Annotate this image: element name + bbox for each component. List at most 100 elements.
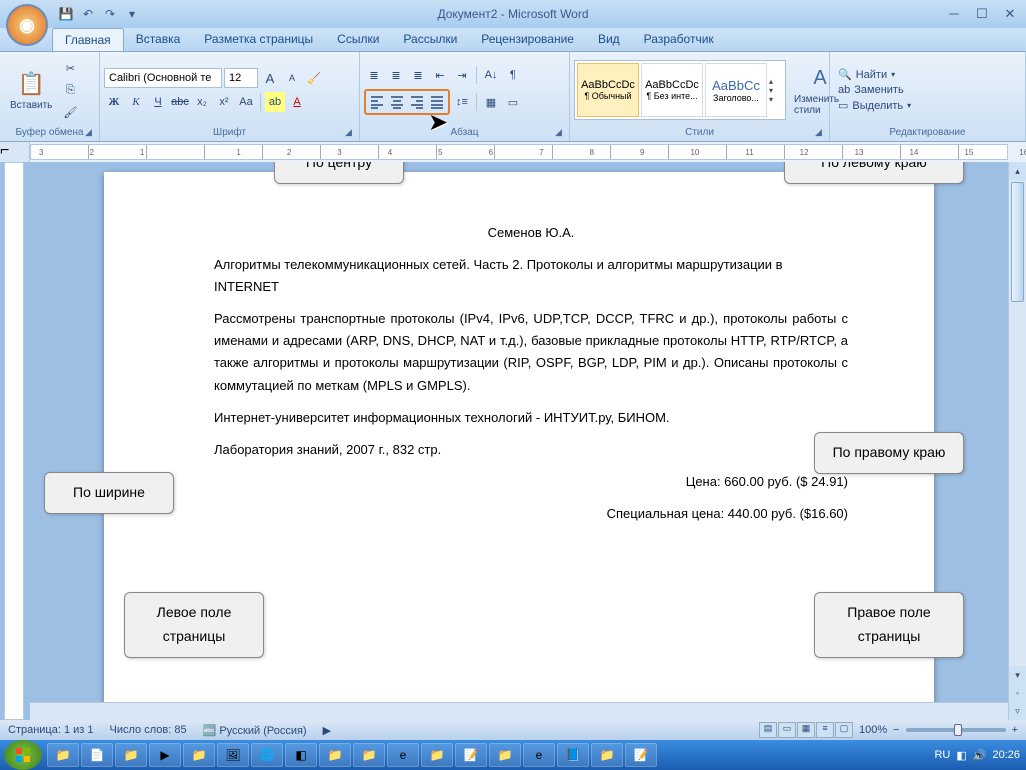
taskbar-item[interactable]: 📁 (489, 743, 521, 767)
taskbar-item[interactable]: 📁 (183, 743, 215, 767)
minimize-button[interactable]: ─ (942, 5, 966, 23)
styles-expand[interactable]: ▾ (769, 95, 783, 104)
taskbar-item[interactable]: 📁 (421, 743, 453, 767)
taskbar-item[interactable]: 📁 (115, 743, 147, 767)
line-spacing-button[interactable]: ↕≡ (452, 92, 472, 112)
font-size-select[interactable] (224, 68, 258, 88)
grow-font-button[interactable]: A (260, 68, 280, 88)
strike-button[interactable]: abc (170, 92, 190, 112)
tab-review[interactable]: Рецензирование (469, 28, 586, 51)
increase-indent-button[interactable]: ⇥ (452, 65, 472, 85)
styles-dialog-launcher[interactable]: ◢ (815, 127, 827, 139)
style-no-spacing[interactable]: AaBbCcDc ¶ Без инте... (641, 63, 703, 117)
styles-scroll-down[interactable]: ▾ (769, 86, 783, 95)
select-button[interactable]: ▭Выделить▾ (834, 98, 915, 113)
next-page-button[interactable]: ▿ (1009, 702, 1026, 720)
taskbar-item[interactable]: 📘 (557, 743, 589, 767)
zoom-in-button[interactable]: + (1012, 724, 1018, 736)
tab-home[interactable]: Главная (52, 28, 124, 51)
undo-icon[interactable]: ↶ (78, 4, 98, 24)
copy-button[interactable]: ⎘ (60, 80, 80, 100)
paragraph-dialog-launcher[interactable]: ◢ (555, 127, 567, 139)
status-lang[interactable]: 🔤 Русский (Россия) (203, 724, 307, 737)
font-name-select[interactable] (104, 68, 222, 88)
view-outline[interactable]: ≡ (816, 722, 834, 738)
subscript-button[interactable]: x₂ (192, 92, 212, 112)
styles-gallery[interactable]: AaBbCcDc ¶ Обычный AaBbCcDc ¶ Без инте..… (574, 60, 786, 120)
tab-references[interactable]: Ссылки (325, 28, 391, 51)
tab-developer[interactable]: Разработчик (632, 28, 726, 51)
clipboard-dialog-launcher[interactable]: ◢ (85, 127, 97, 139)
numbering-button[interactable]: ≣ (386, 65, 406, 85)
tab-mailings[interactable]: Рассылки (391, 28, 469, 51)
cut-button[interactable]: ✂ (60, 58, 80, 78)
zoom-slider[interactable] (906, 728, 1006, 732)
shading-button[interactable]: ▦ (481, 92, 501, 112)
taskbar-item[interactable]: e (523, 743, 555, 767)
tray-time[interactable]: 20:26 (992, 749, 1020, 761)
qat-more-icon[interactable]: ▾ (122, 4, 142, 24)
ruler-vertical[interactable] (4, 162, 24, 720)
ruler-corner[interactable]: ⌐ (0, 142, 30, 162)
styles-scroll-up[interactable]: ▴ (769, 77, 783, 86)
align-center-button[interactable] (387, 92, 407, 112)
borders-button[interactable]: ▭ (503, 92, 523, 112)
status-macro-icon[interactable]: ▶ (323, 724, 331, 737)
paste-button[interactable]: 📋 Вставить (4, 68, 58, 113)
taskbar-item[interactable]: 📝 (455, 743, 487, 767)
view-draft[interactable]: ▢ (835, 722, 853, 738)
decrease-indent-button[interactable]: ⇤ (430, 65, 450, 85)
maximize-button[interactable]: ☐ (970, 5, 994, 23)
scroll-thumb[interactable] (1011, 182, 1024, 302)
status-words[interactable]: Число слов: 85 (110, 724, 187, 736)
align-justify-button[interactable] (427, 92, 447, 112)
format-painter-button[interactable]: 🖌 (60, 102, 80, 122)
zoom-value[interactable]: 100% (859, 724, 887, 736)
page-scroll-container[interactable]: Семенов Ю.А. Алгоритмы телекоммуникацион… (30, 162, 1008, 720)
taskbar-item[interactable]: 📁 (319, 743, 351, 767)
font-dialog-launcher[interactable]: ◢ (345, 127, 357, 139)
start-button[interactable] (4, 740, 42, 770)
tab-page-layout[interactable]: Разметка страницы (192, 28, 325, 51)
close-button[interactable]: ✕ (998, 5, 1022, 23)
tray-volume-icon[interactable]: 🔊 (973, 749, 987, 762)
taskbar-item[interactable]: 📁 (353, 743, 385, 767)
taskbar-item[interactable]: e (387, 743, 419, 767)
underline-button[interactable]: Ч (148, 92, 168, 112)
office-button[interactable]: ◉ (6, 4, 48, 46)
bullets-button[interactable]: ≣ (364, 65, 384, 85)
status-page[interactable]: Страница: 1 из 1 (8, 724, 94, 736)
change-case-button[interactable]: Aa (236, 92, 256, 112)
view-print[interactable]: ▤ (759, 722, 777, 738)
replace-button[interactable]: abЗаменить (834, 83, 915, 97)
taskbar-item[interactable]: ◧ (285, 743, 317, 767)
tab-insert[interactable]: Вставка (124, 28, 193, 51)
horizontal-scrollbar[interactable] (30, 702, 1008, 720)
taskbar-item[interactable]: 📁 (47, 743, 79, 767)
find-button[interactable]: 🔍Найти▾ (834, 67, 915, 82)
taskbar-item[interactable]: ▶ (149, 743, 181, 767)
vertical-scrollbar[interactable]: ▴ ▾ ◦ ▿ (1008, 162, 1026, 720)
shrink-font-button[interactable]: A (282, 68, 302, 88)
font-color-button[interactable]: A (287, 92, 307, 112)
align-right-button[interactable] (407, 92, 427, 112)
align-left-button[interactable] (367, 92, 387, 112)
view-fullread[interactable]: ▭ (778, 722, 796, 738)
save-icon[interactable]: 💾 (56, 4, 76, 24)
tray-lang[interactable]: RU (934, 749, 950, 761)
prev-page-button[interactable]: ◦ (1009, 684, 1026, 702)
superscript-button[interactable]: x² (214, 92, 234, 112)
style-heading1[interactable]: AaBbCc Заголово... (705, 63, 767, 117)
zoom-out-button[interactable]: − (893, 724, 899, 736)
style-normal[interactable]: AaBbCcDc ¶ Обычный (577, 63, 639, 117)
sort-button[interactable]: A↓ (481, 65, 501, 85)
tab-view[interactable]: Вид (586, 28, 632, 51)
redo-icon[interactable]: ↷ (100, 4, 120, 24)
view-web[interactable]: ▦ (797, 722, 815, 738)
italic-button[interactable]: К (126, 92, 146, 112)
scroll-down-button[interactable]: ▾ (1009, 666, 1026, 684)
zoom-slider-thumb[interactable] (954, 724, 962, 736)
taskbar-item[interactable]: 📁 (591, 743, 623, 767)
clear-format-button[interactable]: 🧹 (304, 68, 324, 88)
tray-icon[interactable]: ◧ (956, 749, 966, 762)
